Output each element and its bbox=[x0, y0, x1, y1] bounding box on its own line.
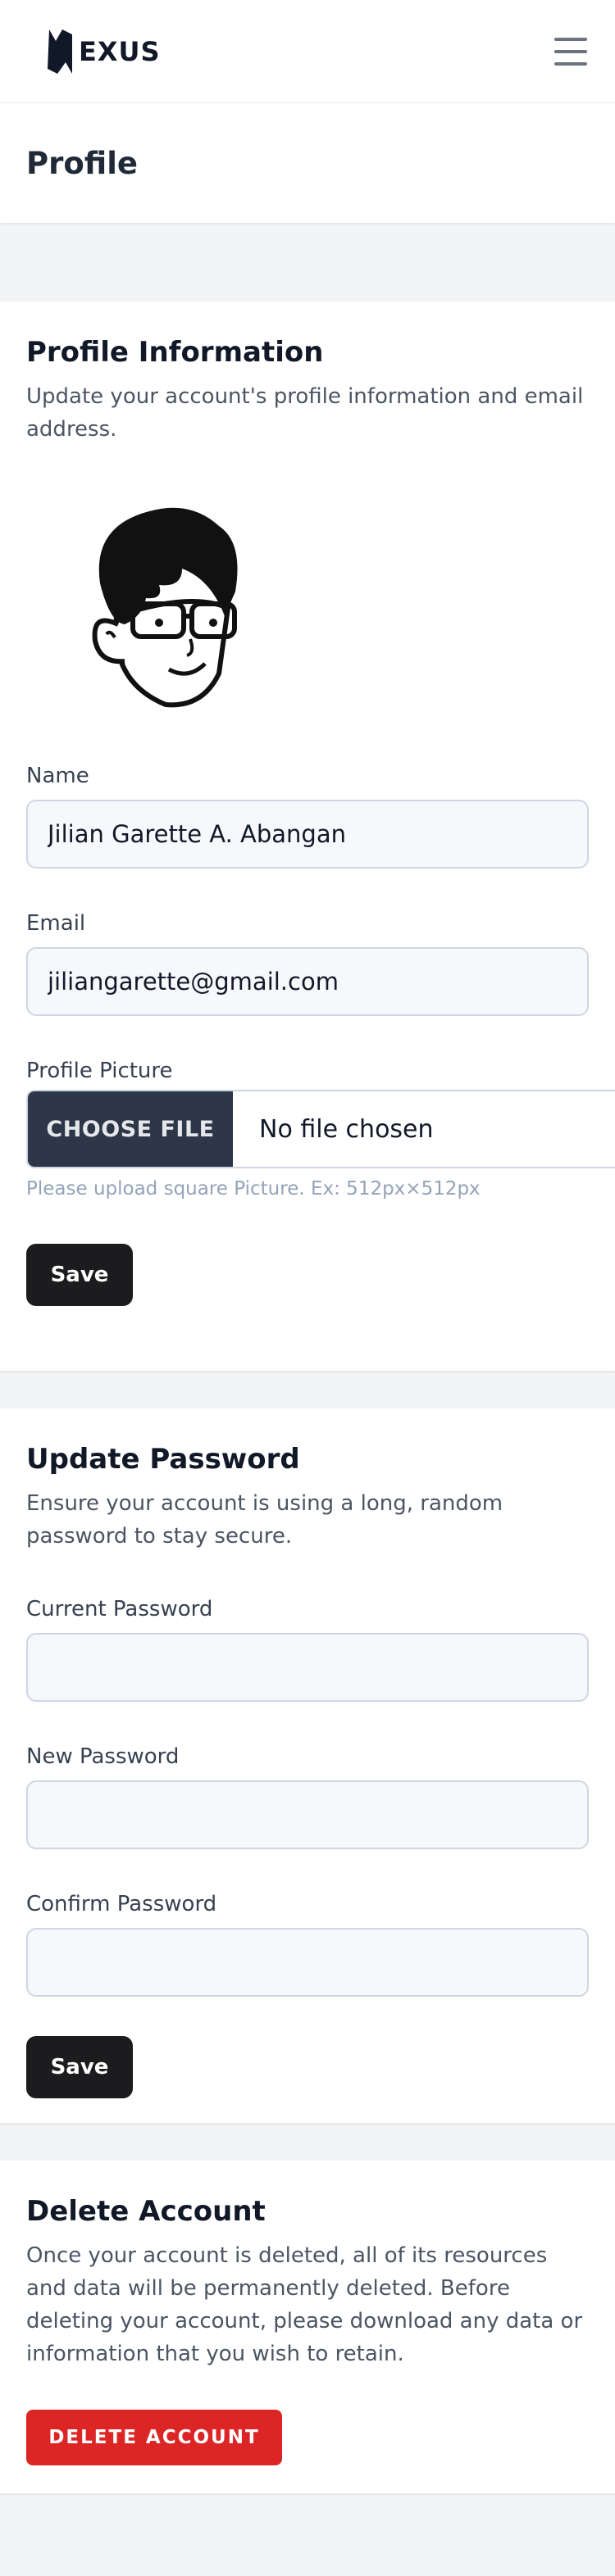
profile-information-description: Update your account's profile informatio… bbox=[26, 384, 584, 442]
new-password-input[interactable] bbox=[26, 1780, 589, 1849]
email-label: Email bbox=[26, 911, 86, 936]
new-password-label: New Password bbox=[26, 1744, 180, 1769]
profile-picture-label: Profile Picture bbox=[26, 1059, 173, 1083]
current-password-input[interactable] bbox=[26, 1633, 589, 1702]
top-navbar: EXUS bbox=[0, 0, 615, 103]
file-upload-input[interactable]: CHOOSE FILE No file chosen bbox=[26, 1090, 615, 1168]
current-password-field-group: Current Password bbox=[26, 1595, 589, 1702]
confirm-password-label: Confirm Password bbox=[26, 1892, 217, 1916]
page-title: Profile bbox=[26, 145, 138, 181]
app-logo-text: EXUS bbox=[79, 35, 161, 67]
file-status-text: No file chosen bbox=[233, 1091, 615, 1167]
current-password-label: Current Password bbox=[26, 1597, 213, 1621]
name-input[interactable] bbox=[26, 800, 589, 868]
confirm-password-field-group: Confirm Password bbox=[26, 1890, 589, 1997]
save-password-button[interactable]: Save bbox=[26, 2036, 133, 2098]
cartoon-avatar-icon bbox=[92, 507, 238, 708]
update-password-card: Update Password Ensure your account is u… bbox=[0, 1408, 615, 2123]
delete-account-button[interactable]: DELETE ACCOUNT bbox=[26, 2410, 282, 2465]
email-input[interactable] bbox=[26, 947, 589, 1016]
choose-file-button[interactable]: CHOOSE FILE bbox=[28, 1091, 233, 1167]
name-label: Name bbox=[26, 764, 89, 788]
delete-account-card: Delete Account Once your account is dele… bbox=[0, 2161, 615, 2493]
delete-account-description: Once your account is deleted, all of its… bbox=[26, 2243, 583, 2366]
profile-picture-field-group: Profile Picture CHOOSE FILE No file chos… bbox=[26, 1057, 615, 1200]
update-password-title: Update Password bbox=[26, 1443, 300, 1476]
confirm-password-input[interactable] bbox=[26, 1928, 589, 1997]
profile-information-title: Profile Information bbox=[26, 336, 324, 369]
profile-information-card: Profile Information Update your account'… bbox=[0, 302, 615, 1371]
update-password-description: Ensure your account is using a long, ran… bbox=[26, 1491, 503, 1549]
save-profile-button[interactable]: Save bbox=[26, 1244, 133, 1306]
hamburger-menu-icon[interactable] bbox=[554, 37, 587, 66]
app-logo[interactable]: EXUS bbox=[44, 26, 161, 77]
name-field-group: Name bbox=[26, 762, 589, 868]
new-password-field-group: New Password bbox=[26, 1743, 589, 1849]
delete-account-title: Delete Account bbox=[26, 2195, 266, 2228]
picture-hint-text: Please upload square Picture. Ex: 512px×… bbox=[26, 1178, 481, 1200]
email-field-group: Email bbox=[26, 909, 589, 1016]
page-header: Profile bbox=[0, 103, 615, 223]
exus-logo-icon bbox=[48, 29, 72, 74]
